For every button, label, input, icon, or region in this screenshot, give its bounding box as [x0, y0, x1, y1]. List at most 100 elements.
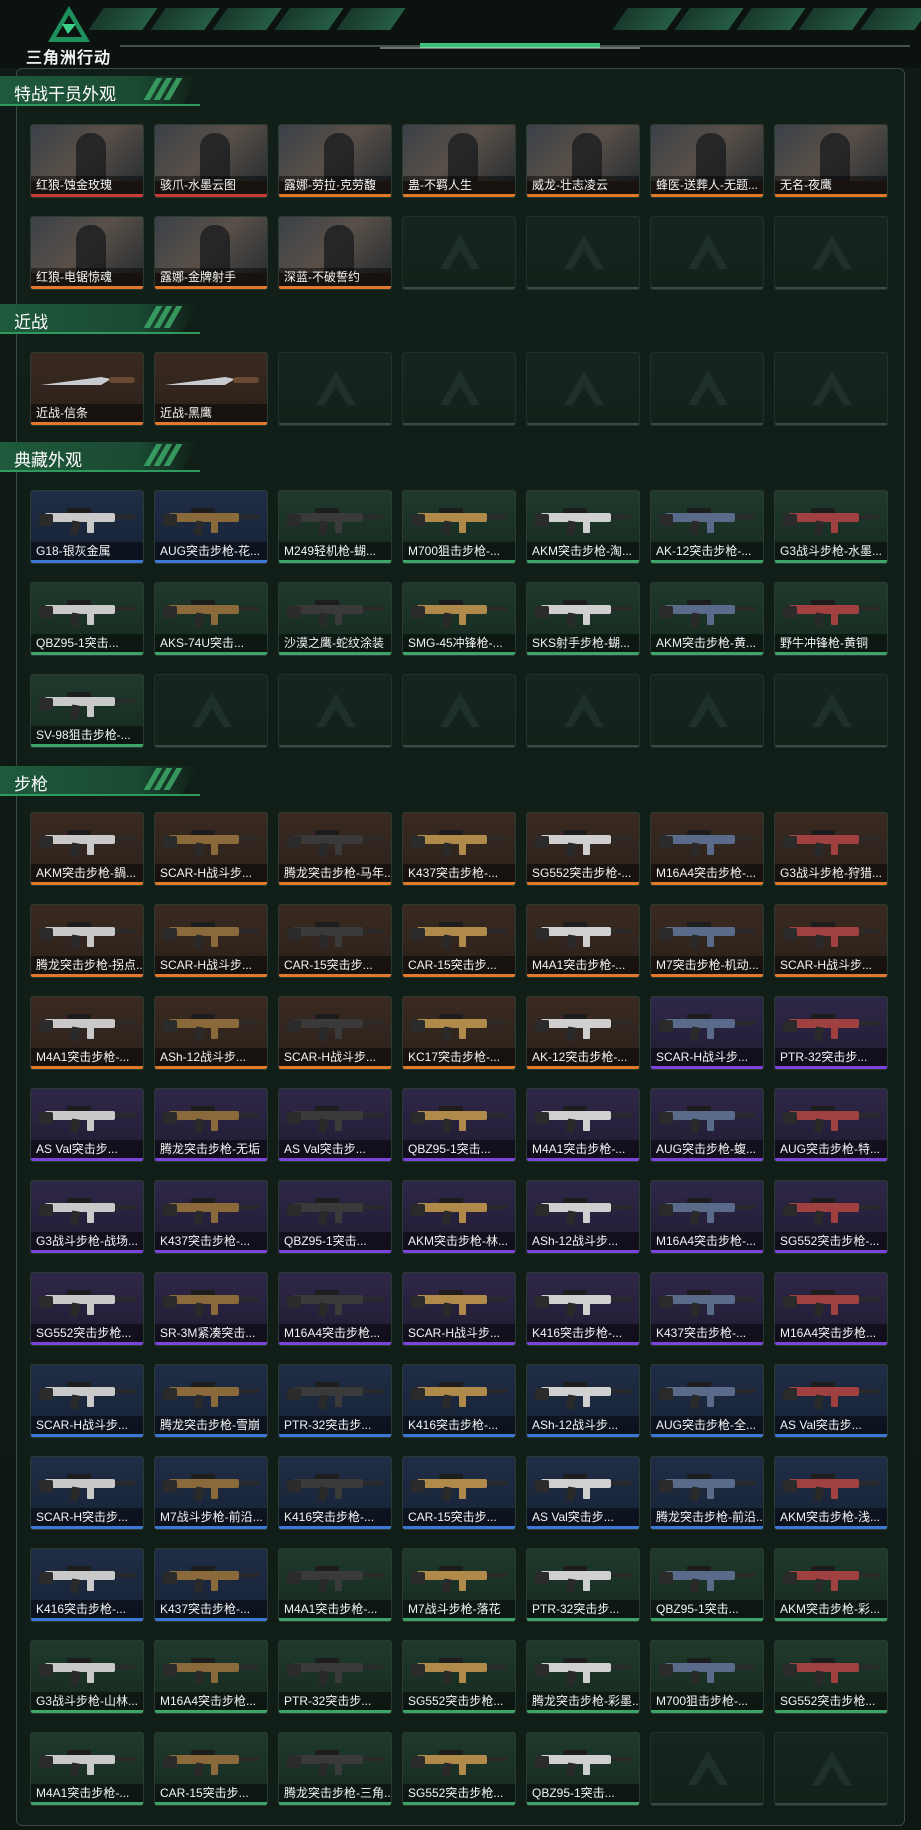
- operator-skin-card[interactable]: 无名-夜鹰: [774, 124, 888, 198]
- gun-skin-card[interactable]: G18-银灰金属: [30, 490, 144, 564]
- gun-skin-card[interactable]: 腾龙突击步枪-前沿...: [650, 1456, 764, 1530]
- gun-skin-card[interactable]: SCAR-H战斗步...: [402, 1272, 516, 1346]
- gun-skin-card[interactable]: M16A4突击步枪...: [278, 1272, 392, 1346]
- gun-skin-card[interactable]: AS Val突击步...: [278, 1088, 392, 1162]
- gun-skin-card[interactable]: M7战斗步枪-落花: [402, 1548, 516, 1622]
- gun-skin-card[interactable]: M700狙击步枪-...: [650, 1640, 764, 1714]
- gun-skin-card[interactable]: G3战斗步枪-山林...: [30, 1640, 144, 1714]
- gun-skin-card[interactable]: K416突击步枪-...: [402, 1364, 516, 1438]
- gun-skin-card[interactable]: M16A4突击步枪...: [774, 1272, 888, 1346]
- gun-skin-card[interactable]: AS Val突击步...: [774, 1364, 888, 1438]
- gun-skin-card[interactable]: M4A1突击步枪-...: [526, 1088, 640, 1162]
- gun-skin-card[interactable]: QBZ95-1突击...: [526, 1732, 640, 1806]
- gun-skin-card[interactable]: M700狙击步枪-...: [402, 490, 516, 564]
- gun-skin-card[interactable]: PTR-32突击步...: [278, 1364, 392, 1438]
- gun-skin-card[interactable]: AKM突击步枪-淘...: [526, 490, 640, 564]
- gun-skin-card[interactable]: SG552突击步枪-...: [526, 812, 640, 886]
- gun-skin-card[interactable]: M4A1突击步枪-...: [30, 1732, 144, 1806]
- gun-skin-card[interactable]: SG552突击步枪...: [774, 1640, 888, 1714]
- gun-skin-card[interactable]: SG552突击步枪-...: [774, 1180, 888, 1254]
- gun-skin-card[interactable]: K416突击步枪-...: [30, 1548, 144, 1622]
- gun-skin-card[interactable]: CAR-15突击步...: [154, 1732, 268, 1806]
- gun-skin-card[interactable]: ASh-12战斗步...: [526, 1180, 640, 1254]
- gun-skin-card[interactable]: AKS-74U突击...: [154, 582, 268, 656]
- gun-skin-card[interactable]: AUG突击步枪-蝮...: [650, 1088, 764, 1162]
- gun-skin-card[interactable]: AS Val突击步...: [526, 1456, 640, 1530]
- gun-skin-card[interactable]: AKM突击步枪-浅...: [774, 1456, 888, 1530]
- operator-skin-card[interactable]: 红狼-蚀金玫瑰: [30, 124, 144, 198]
- gun-skin-card[interactable]: PTR-32突击步...: [278, 1640, 392, 1714]
- gun-skin-card[interactable]: G3战斗步枪-战场...: [30, 1180, 144, 1254]
- gun-skin-card[interactable]: M16A4突击步枪-...: [650, 812, 764, 886]
- gun-skin-card[interactable]: M7突击步枪-机动...: [650, 904, 764, 978]
- operator-skin-card[interactable]: 蜂医-送葬人-无题...: [650, 124, 764, 198]
- gun-skin-card[interactable]: M16A4突击步枪-...: [650, 1180, 764, 1254]
- gun-skin-card[interactable]: ASh-12战斗步...: [154, 996, 268, 1070]
- gun-skin-card[interactable]: CAR-15突击步...: [278, 904, 392, 978]
- gun-skin-card[interactable]: QBZ95-1突击...: [402, 1088, 516, 1162]
- gun-skin-card[interactable]: M4A1突击步枪-...: [30, 996, 144, 1070]
- gun-skin-card[interactable]: SG552突击步枪...: [402, 1640, 516, 1714]
- gun-skin-card[interactable]: AK-12突击步枪-...: [650, 490, 764, 564]
- operator-skin-card[interactable]: 露娜-劳拉·克劳馥: [278, 124, 392, 198]
- gun-skin-card[interactable]: SG552突击步枪...: [30, 1272, 144, 1346]
- gun-skin-card[interactable]: K437突击步枪-...: [402, 812, 516, 886]
- gun-skin-card[interactable]: CAR-15突击步...: [402, 1456, 516, 1530]
- operator-skin-card[interactable]: 蛊-不羁人生: [402, 124, 516, 198]
- operator-skin-card[interactable]: 露娜-金牌射手: [154, 216, 268, 290]
- gun-skin-card[interactable]: K437突击步枪-...: [154, 1180, 268, 1254]
- gun-skin-card[interactable]: SCAR-H战斗步...: [30, 1364, 144, 1438]
- gun-skin-card[interactable]: AKM突击步枪-鍋...: [30, 812, 144, 886]
- gun-skin-card[interactable]: G3战斗步枪-狩猎...: [774, 812, 888, 886]
- gun-skin-card[interactable]: SCAR-H战斗步...: [278, 996, 392, 1070]
- gun-skin-card[interactable]: 腾龙突击步枪-彩墨...: [526, 1640, 640, 1714]
- gun-skin-card[interactable]: SCAR-H战斗步...: [774, 904, 888, 978]
- gun-skin-card[interactable]: QBZ95-1突击...: [30, 582, 144, 656]
- gun-skin-card[interactable]: G3战斗步枪-水墨...: [774, 490, 888, 564]
- gun-skin-card[interactable]: 野牛冲锋枪-黄铜: [774, 582, 888, 656]
- gun-skin-card[interactable]: AUG突击步枪-全...: [650, 1364, 764, 1438]
- gun-skin-card[interactable]: AKM突击步枪-林...: [402, 1180, 516, 1254]
- operator-skin-card[interactable]: 红狼-电锯惊魂: [30, 216, 144, 290]
- gun-skin-card[interactable]: 腾龙突击步枪-雪崩: [154, 1364, 268, 1438]
- gun-skin-card[interactable]: K416突击步枪-...: [278, 1456, 392, 1530]
- gun-skin-card[interactable]: M4A1突击步枪-...: [278, 1548, 392, 1622]
- operator-skin-card[interactable]: 威龙-壮志凌云: [526, 124, 640, 198]
- gun-skin-card[interactable]: QBZ95-1突击...: [650, 1548, 764, 1622]
- gun-skin-card[interactable]: KC17突击步枪-...: [402, 996, 516, 1070]
- gun-skin-card[interactable]: AKM突击步枪-黄...: [650, 582, 764, 656]
- gun-skin-card[interactable]: K416突击步枪-...: [526, 1272, 640, 1346]
- gun-skin-card[interactable]: AKM突击步枪-彩...: [774, 1548, 888, 1622]
- gun-skin-card[interactable]: 腾龙突击步枪-马年...: [278, 812, 392, 886]
- gun-skin-card[interactable]: 沙漠之鹰-蛇纹涂装: [278, 582, 392, 656]
- gun-skin-card[interactable]: M7战斗步枪-前沿...: [154, 1456, 268, 1530]
- gun-skin-card[interactable]: QBZ95-1突击...: [278, 1180, 392, 1254]
- gun-skin-card[interactable]: M4A1突击步枪-...: [526, 904, 640, 978]
- operator-skin-card[interactable]: 骇爪-水墨云图: [154, 124, 268, 198]
- gun-skin-card[interactable]: SV-98狙击步枪-...: [30, 674, 144, 748]
- gun-skin-card[interactable]: SMG-45冲锋枪-...: [402, 582, 516, 656]
- gun-skin-card[interactable]: AUG突击步枪-特...: [774, 1088, 888, 1162]
- melee-skin-card[interactable]: 近战-黑鹰: [154, 352, 268, 426]
- gun-skin-card[interactable]: SKS射手步枪-蝴...: [526, 582, 640, 656]
- gun-skin-card[interactable]: ASh-12战斗步...: [526, 1364, 640, 1438]
- gun-skin-card[interactable]: K437突击步枪-...: [650, 1272, 764, 1346]
- gun-skin-card[interactable]: 腾龙突击步枪-无垢: [154, 1088, 268, 1162]
- gun-skin-card[interactable]: 腾龙突击步枪-三角...: [278, 1732, 392, 1806]
- gun-skin-card[interactable]: SCAR-H战斗步...: [154, 904, 268, 978]
- gun-skin-card[interactable]: CAR-15突击步...: [402, 904, 516, 978]
- gun-skin-card[interactable]: SR-3M紧凑突击...: [154, 1272, 268, 1346]
- gun-skin-card[interactable]: M16A4突击步枪...: [154, 1640, 268, 1714]
- gun-skin-card[interactable]: K437突击步枪-...: [154, 1548, 268, 1622]
- gun-skin-card[interactable]: SG552突击步枪...: [402, 1732, 516, 1806]
- gun-skin-card[interactable]: AK-12突击步枪-...: [526, 996, 640, 1070]
- operator-skin-card[interactable]: 深蓝-不破誓约: [278, 216, 392, 290]
- gun-skin-card[interactable]: SCAR-H突击步...: [30, 1456, 144, 1530]
- gun-skin-card[interactable]: PTR-32突击步...: [774, 996, 888, 1070]
- melee-skin-card[interactable]: 近战-信条: [30, 352, 144, 426]
- gun-skin-card[interactable]: SCAR-H战斗步...: [650, 996, 764, 1070]
- gun-skin-card[interactable]: PTR-32突击步...: [526, 1548, 640, 1622]
- gun-skin-card[interactable]: M249轻机枪-蝴...: [278, 490, 392, 564]
- gun-skin-card[interactable]: SCAR-H战斗步...: [154, 812, 268, 886]
- gun-skin-card[interactable]: 腾龙突击步枪-拐点...: [30, 904, 144, 978]
